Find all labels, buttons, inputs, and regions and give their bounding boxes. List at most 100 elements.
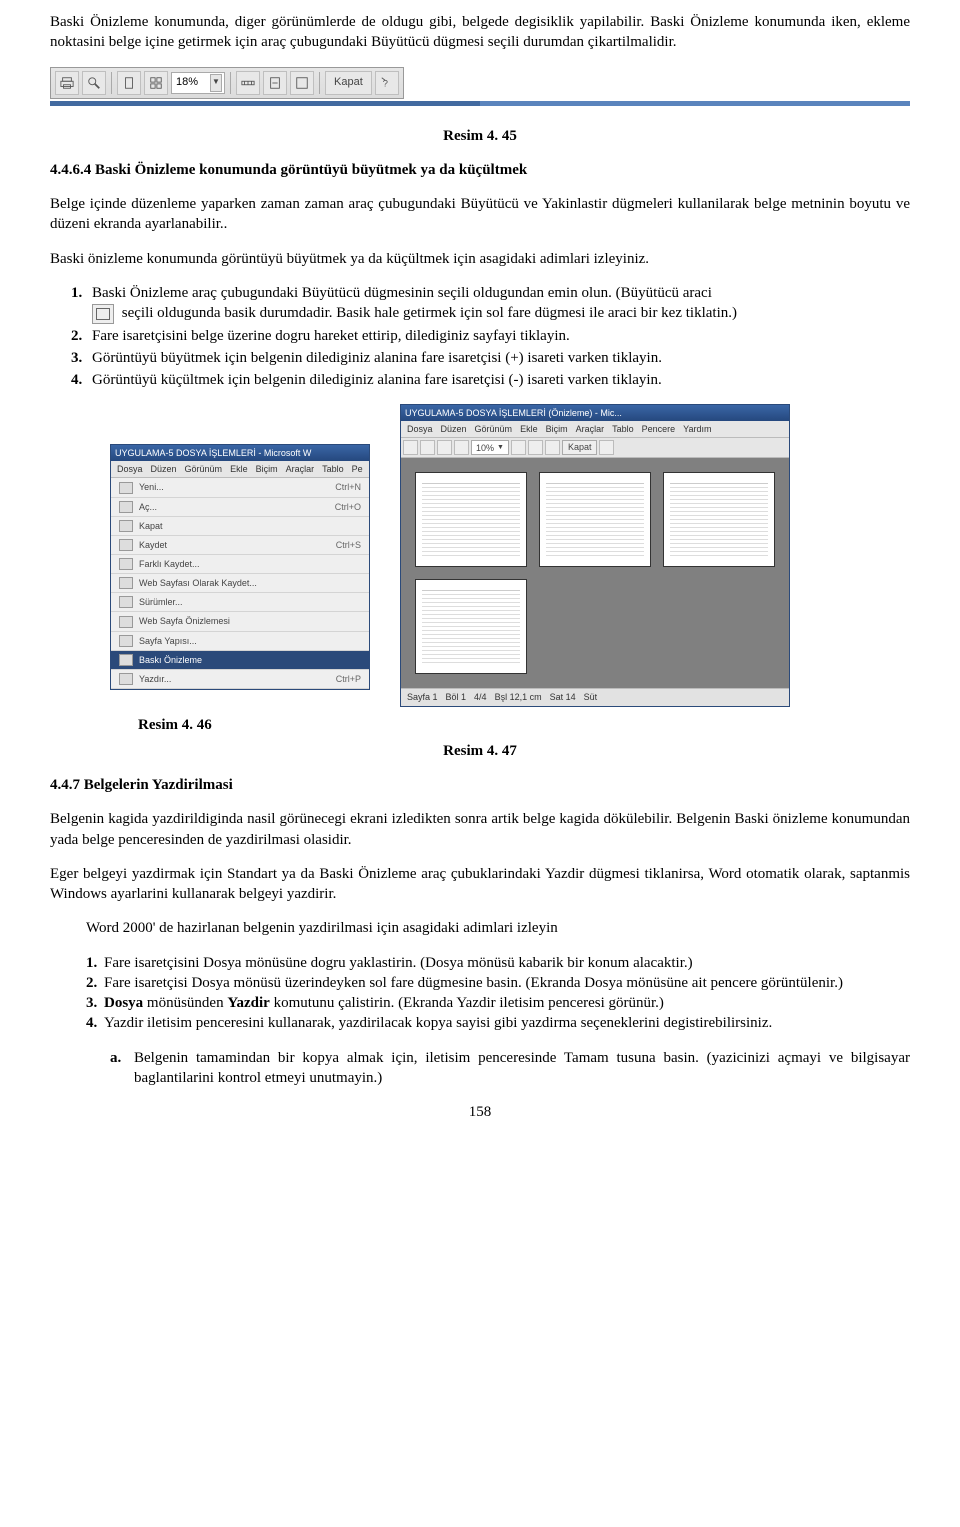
menu-item[interactable]: Yardım — [683, 423, 711, 435]
menu-item[interactable]: Görünüm — [185, 463, 223, 475]
menu-item[interactable]: Araçlar — [286, 463, 315, 475]
sec464-p1: Belge içinde düzenleme yaparken zaman za… — [50, 194, 910, 235]
zoom-combo[interactable]: 18% ▼ — [171, 72, 225, 94]
menu-item[interactable]: Tablo — [322, 463, 344, 475]
menu-item[interactable]: Ekle — [230, 463, 248, 475]
menu-item-icon — [119, 520, 133, 532]
page-thumbnail[interactable] — [663, 472, 775, 567]
toolbar-underline — [50, 101, 910, 106]
step-marker: 4. — [86, 1013, 104, 1033]
page-thumbnail[interactable] — [415, 472, 527, 567]
caption-45: Resim 4. 45 — [50, 126, 910, 146]
step-marker: 2. — [86, 973, 104, 993]
one-page-icon[interactable] — [437, 440, 452, 455]
magnifier-icon[interactable] — [420, 440, 435, 455]
page-thumbnail[interactable] — [415, 579, 527, 674]
dropdown-item[interactable]: Farklı Kaydet... — [111, 555, 369, 574]
dropdown-item[interactable]: Sürümler... — [111, 593, 369, 612]
multi-page-icon[interactable] — [144, 71, 168, 95]
figure-47-window: UYGULAMA-5 DOSYA İŞLEMLERİ (Önizleme) - … — [400, 404, 790, 706]
dropdown-item[interactable]: Baskı Önizleme — [111, 651, 369, 670]
print-icon[interactable] — [55, 71, 79, 95]
step-marker: 1. — [86, 953, 104, 973]
w46-title: UYGULAMA-5 DOSYA İŞLEMLERİ - Microsoft W — [115, 447, 311, 459]
step-text: Görüntüyü küçültmek için belgenin diledi… — [92, 372, 662, 388]
w46-menubar: Dosya Düzen Görünüm Ekle Biçim Araçlar T… — [111, 461, 369, 478]
step-text: Görüntüyü büyütmek için belgenin diledig… — [92, 350, 662, 366]
ruler-icon[interactable] — [236, 71, 260, 95]
menu-item[interactable]: Düzen — [441, 423, 467, 435]
menu-item-label: Sürümler... — [139, 596, 361, 608]
zoom-combo[interactable]: 10%▼ — [471, 440, 509, 455]
status-cell: Bşl 12,1 cm — [495, 691, 542, 703]
sec447-p2: Eger belgeyi yazdirmak için Standart ya … — [50, 864, 910, 905]
list-item: 1.Fare isaretçisini Dosya mönüsüne dogru… — [86, 953, 910, 973]
menu-item-icon — [119, 596, 133, 608]
zoom-value: 18% — [176, 75, 198, 90]
menu-item[interactable]: Pencere — [642, 423, 676, 435]
step-text: Baski Önizleme araç çubugundaki Büyütücü… — [92, 285, 712, 301]
fullscreen-icon[interactable] — [545, 440, 560, 455]
status-cell: Sat 14 — [550, 691, 576, 703]
menu-item-label: Web Sayfası Olarak Kaydet... — [139, 577, 361, 589]
w46-titlebar: UYGULAMA-5 DOSYA İŞLEMLERİ - Microsoft W — [111, 445, 369, 461]
dropdown-item[interactable]: Sayfa Yapısı... — [111, 632, 369, 651]
shrink-to-fit-icon[interactable] — [263, 71, 287, 95]
w47-menubar: Dosya Düzen Görünüm Ekle Biçim Araçlar T… — [401, 421, 789, 438]
multi-page-icon[interactable] — [454, 440, 469, 455]
menu-item[interactable]: Tablo — [612, 423, 634, 435]
sub-marker: a. — [110, 1048, 134, 1089]
menu-item[interactable]: Ekle — [520, 423, 538, 435]
dropdown-item[interactable]: Yazdır...Ctrl+P — [111, 670, 369, 689]
menu-item[interactable]: Pe — [352, 463, 363, 475]
help-icon[interactable]: ? — [375, 71, 399, 95]
menu-item[interactable]: Dosya — [407, 423, 433, 435]
sub-text: Belgenin tamamindan bir kopya almak için… — [134, 1048, 910, 1089]
step-text: Yazdir iletisim penceresini kullanarak, … — [104, 1013, 910, 1033]
menu-item-label: Yazdır... — [139, 673, 336, 685]
menu-item[interactable]: Görünüm — [475, 423, 513, 435]
magnifier-tool-icon — [92, 304, 114, 324]
ruler-icon[interactable] — [511, 440, 526, 455]
chevron-down-icon[interactable]: ▼ — [210, 74, 222, 92]
dropdown-item[interactable]: Yeni...Ctrl+N — [111, 478, 369, 497]
menu-item-label: Baskı Önizleme — [139, 654, 361, 666]
menu-item[interactable]: Dosya — [117, 463, 143, 475]
menu-item-label: Aç... — [139, 501, 335, 513]
step-text: Fare isaretçisi Dosya mönüsü üzerindeyke… — [104, 973, 910, 993]
menu-item-shortcut: Ctrl+P — [336, 673, 361, 685]
sec464-steps: Baski Önizleme araç çubugundaki Büyütücü… — [86, 283, 910, 391]
figure-46-wrap: UYGULAMA-5 DOSYA İŞLEMLERİ - Microsoft W… — [110, 444, 370, 690]
menu-item[interactable]: Biçim — [256, 463, 278, 475]
menu-item-label: Web Sayfa Önizlemesi — [139, 615, 361, 627]
toolbar-separator — [111, 72, 112, 94]
menu-item-shortcut: Ctrl+N — [335, 481, 361, 493]
print-icon[interactable] — [403, 440, 418, 455]
intro-paragraph: Baski Önizleme konumunda, diger görünüml… — [50, 12, 910, 53]
step-text: Fare isaretçisini belge üzerine dogru ha… — [92, 328, 570, 344]
one-page-icon[interactable] — [117, 71, 141, 95]
page-thumbnail[interactable] — [539, 472, 651, 567]
magnifier-icon[interactable] — [82, 71, 106, 95]
help-icon[interactable] — [599, 440, 614, 455]
close-button[interactable]: Kapat — [325, 71, 372, 95]
step-text: Fare isaretçisini Dosya mönüsüne dogru y… — [104, 953, 910, 973]
menu-item[interactable]: Araçlar — [576, 423, 605, 435]
dropdown-item[interactable]: Aç...Ctrl+O — [111, 498, 369, 517]
menu-item[interactable]: Biçim — [546, 423, 568, 435]
step-text: Dosya mönüsünden Yazdir komutunu çalisti… — [104, 993, 910, 1013]
menu-item[interactable]: Düzen — [151, 463, 177, 475]
dropdown-item[interactable]: Web Sayfası Olarak Kaydet... — [111, 574, 369, 593]
figure-45-toolbar: 18% ▼ Kapat ? — [50, 67, 910, 106]
shrink-to-fit-icon[interactable] — [528, 440, 543, 455]
status-cell: Sayfa 1 — [407, 691, 438, 703]
dropdown-item[interactable]: Web Sayfa Önizlemesi — [111, 612, 369, 631]
close-button[interactable]: Kapat — [562, 440, 598, 455]
close-button-label: Kapat — [334, 75, 363, 90]
figures-row: UYGULAMA-5 DOSYA İŞLEMLERİ - Microsoft W… — [50, 404, 910, 706]
dropdown-item[interactable]: KaydetCtrl+S — [111, 536, 369, 555]
fullscreen-icon[interactable] — [290, 71, 314, 95]
dropdown-item[interactable]: Kapat — [111, 517, 369, 536]
list-item: 2.Fare isaretçisi Dosya mönüsü üzerindey… — [86, 973, 910, 993]
list-item: Baski Önizleme araç çubugundaki Büyütücü… — [86, 283, 910, 324]
